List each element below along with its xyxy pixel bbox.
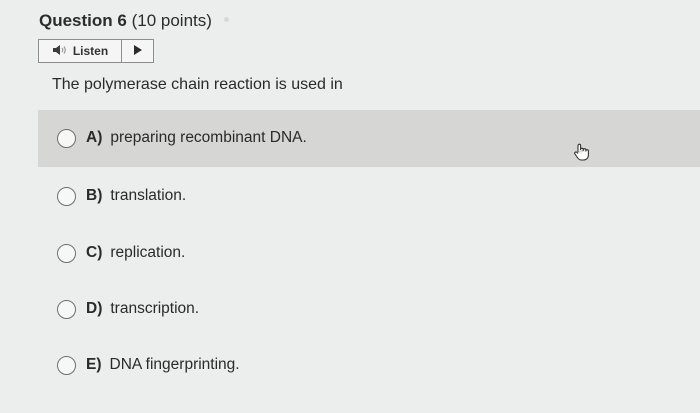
option-text: DNA fingerprinting. <box>109 356 240 373</box>
play-button[interactable] <box>122 40 153 62</box>
question-title: Question 6 <box>39 11 127 30</box>
radio-button-a[interactable] <box>57 128 76 148</box>
option-a[interactable]: A) preparing recombinant DNA. <box>57 123 307 153</box>
option-letter: B) <box>86 187 103 204</box>
option-letter: A) <box>86 129 103 146</box>
question-prompt: The polymerase chain reaction is used in <box>52 76 343 93</box>
option-letter: C) <box>86 244 103 261</box>
question-points: (10 points) <box>131 11 212 30</box>
radio-button-c[interactable] <box>57 243 76 263</box>
option-d[interactable]: D) transcription. <box>57 294 199 324</box>
listen-widget: Listen <box>38 39 154 63</box>
option-text: transcription. <box>110 300 200 317</box>
save-status-dot <box>223 17 229 22</box>
option-b[interactable]: B) translation. <box>57 181 186 211</box>
option-letter: E) <box>86 356 102 373</box>
question-header: Question 6 (10 points) <box>39 11 229 31</box>
option-c[interactable]: C) replication. <box>57 238 185 268</box>
option-text: replication. <box>110 244 186 261</box>
radio-button-b[interactable] <box>57 186 76 206</box>
speaker-icon <box>52 44 69 59</box>
hand-pointer-icon <box>572 142 592 167</box>
listen-button[interactable]: Listen <box>39 40 122 62</box>
option-text: preparing recombinant DNA. <box>110 129 307 146</box>
listen-label: Listen <box>72 44 109 58</box>
option-letter: D) <box>86 300 103 317</box>
play-icon <box>133 42 143 60</box>
option-e[interactable]: E) DNA fingerprinting. <box>57 350 240 380</box>
option-text: translation. <box>110 187 187 204</box>
radio-button-d[interactable] <box>57 299 76 319</box>
radio-button-e[interactable] <box>57 355 76 375</box>
